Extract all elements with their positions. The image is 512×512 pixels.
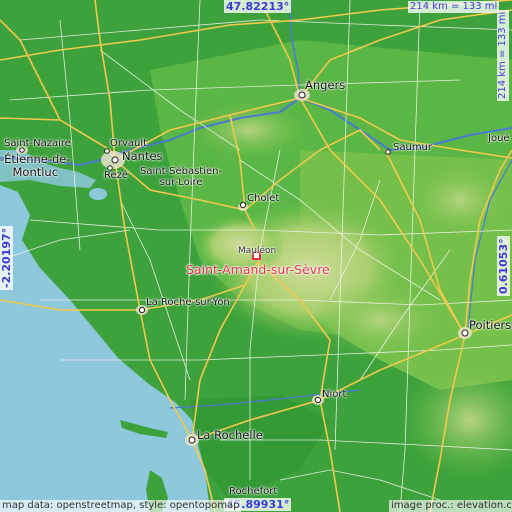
city-label-saint-etienne-de-montluc: -Étienne-de- Montluc	[0, 152, 71, 179]
highland-south	[310, 280, 450, 360]
highland-north	[190, 100, 310, 160]
city-label-cholet: Cholet	[247, 193, 280, 204]
map-credit: map data: openstreetmap, style: opentopo…	[0, 500, 242, 512]
city-label-rochefort: Rochefort	[229, 486, 278, 497]
city-marker-nantes	[111, 156, 119, 164]
target-label: Saint-Amand-sur-Sèvre	[186, 262, 330, 277]
city-label-orvault: Orvault	[110, 138, 148, 149]
horizontal-scale: 214 km = 133 mi	[408, 1, 500, 13]
city-label-poitiers: Poitiers	[469, 318, 512, 332]
city-marker-angers	[298, 91, 306, 99]
north-coordinate: 47.82213°	[224, 0, 292, 13]
city-label-nantes: Nantes	[122, 149, 163, 163]
image-credit: image proc.: elevation.city	[389, 500, 512, 512]
city-label-mauleon: Mauléon	[238, 246, 277, 256]
east-coordinate: 0.61053°	[497, 236, 510, 296]
highland-east	[405, 160, 512, 240]
city-label-la-rochelle: La Rochelle	[197, 428, 263, 442]
city-marker-poitiers	[461, 329, 469, 337]
city-label-saint-sebastien-sur-loire: Saint-Sébastien- sur-Loire	[140, 166, 223, 188]
city-marker-saumur	[385, 149, 391, 155]
vertical-scale: 214 km = 133 mi	[497, 9, 509, 101]
west-coordinate: -2.20197°	[0, 225, 13, 290]
city-marker-orvault	[104, 148, 110, 154]
city-label-niort: Niort	[322, 389, 347, 400]
city-marker-niort	[314, 396, 322, 404]
city-marker-cholet	[239, 201, 247, 209]
lake-grand-lieu	[89, 188, 107, 200]
map-view[interactable]: Angers Saumur Joué Saint-Nazaire Orvault…	[0, 0, 512, 512]
city-label-saumur: Saumur	[393, 142, 433, 153]
city-label-reze: Rezé	[104, 170, 129, 181]
city-label-la-roche-sur-yon: La Roche-sur-Yon	[146, 297, 230, 308]
city-marker-la-roche-sur-yon	[138, 306, 146, 314]
city-label-saint-nazaire: Saint-Nazaire	[4, 138, 71, 149]
city-marker-la-rochelle	[188, 436, 196, 444]
city-label-joue: Joué	[488, 133, 510, 144]
city-label-angers: Angers	[305, 78, 346, 92]
